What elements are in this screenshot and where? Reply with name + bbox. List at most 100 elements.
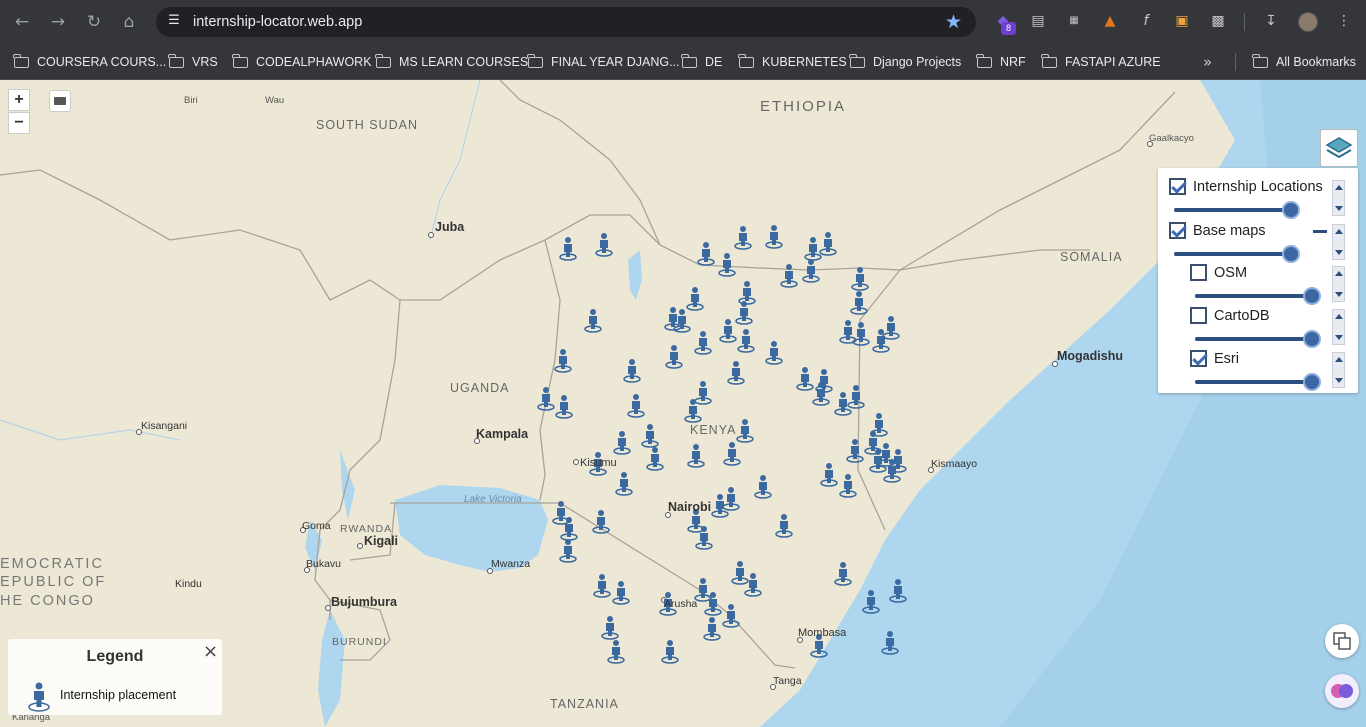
internship-locations-opacity-slider[interactable] [1174, 201, 1300, 219]
site-info-icon[interactable]: ☰ [166, 13, 182, 29]
internship-marker[interactable] [627, 394, 645, 418]
internship-marker[interactable] [737, 329, 755, 353]
internship-marker[interactable] [607, 640, 625, 664]
back-icon[interactable]: ← [10, 10, 34, 34]
cartodb-opacity-slider[interactable] [1195, 330, 1321, 348]
internship-marker[interactable] [738, 281, 756, 305]
internship-marker[interactable] [686, 287, 704, 311]
osm-checkbox[interactable] [1190, 264, 1207, 281]
internship-marker[interactable] [815, 369, 833, 393]
internship-marker[interactable] [847, 385, 865, 409]
internship-marker[interactable] [646, 447, 664, 471]
internship-marker[interactable] [820, 463, 838, 487]
internship-marker[interactable] [872, 329, 890, 353]
bookmark-folder[interactable]: MS LEARN COURSES [375, 52, 528, 72]
download-icon[interactable]: ↧ [1261, 11, 1281, 31]
bookmark-folder[interactable]: DE [681, 52, 722, 72]
bookmark-folder[interactable]: CODEALPHAWORK [232, 52, 372, 72]
internship-marker[interactable] [754, 475, 772, 499]
image-extension-icon[interactable]: ▣ [1172, 11, 1192, 31]
internship-marker[interactable] [882, 316, 900, 340]
legend-close-button[interactable]: × [203, 641, 218, 662]
layer-esri[interactable]: Esri [1190, 350, 1239, 367]
internship-marker[interactable] [623, 359, 641, 383]
home-icon[interactable]: ⌂ [117, 10, 141, 34]
bookmarks-overflow-button[interactable]: » [1203, 53, 1212, 71]
layers-toggle-button[interactable] [1320, 129, 1358, 167]
internship-marker[interactable] [765, 225, 783, 249]
extensions-puzzle-icon[interactable]: ▩ [1208, 11, 1228, 31]
base-maps-checkbox[interactable] [1169, 222, 1186, 239]
osm-order-spinner[interactable] [1332, 266, 1345, 302]
printer-icon[interactable] [49, 90, 71, 112]
url-text[interactable]: internship-locator.web.app [193, 14, 362, 30]
internship-marker[interactable] [839, 320, 857, 344]
brain-icon[interactable] [1325, 674, 1359, 708]
bookmark-folder[interactable]: NRF [976, 52, 1026, 72]
reload-icon[interactable]: ↻ [82, 10, 106, 34]
internship-locations-order-spinner[interactable] [1332, 180, 1345, 216]
internship-marker[interactable] [804, 237, 822, 261]
internship-marker[interactable] [775, 514, 793, 538]
bookmark-folder[interactable]: FINAL YEAR DJANG... [527, 52, 680, 72]
layer-base-maps[interactable]: Base maps [1169, 222, 1266, 239]
internship-marker[interactable] [694, 331, 712, 355]
internship-marker[interactable] [723, 442, 741, 466]
base-maps-opacity-slider[interactable] [1174, 245, 1300, 263]
cartodb-checkbox[interactable] [1190, 307, 1207, 324]
esri-order-spinner[interactable] [1332, 352, 1345, 388]
internship-marker[interactable] [719, 319, 737, 343]
internship-marker[interactable] [593, 574, 611, 598]
internship-marker[interactable] [661, 640, 679, 664]
internship-marker[interactable] [615, 472, 633, 496]
collapse-base-maps-button[interactable] [1313, 230, 1327, 233]
internship-marker[interactable] [559, 237, 577, 261]
internship-marker[interactable] [694, 381, 712, 405]
formula-extension-icon[interactable]: f [1136, 11, 1156, 31]
internship-marker[interactable] [734, 226, 752, 250]
internship-marker[interactable] [834, 562, 852, 586]
internship-locations-checkbox[interactable] [1169, 178, 1186, 195]
esri-checkbox[interactable] [1190, 350, 1207, 367]
esri-opacity-slider[interactable] [1195, 373, 1321, 391]
osm-opacity-slider[interactable] [1195, 287, 1321, 305]
internship-marker[interactable] [555, 395, 573, 419]
internship-marker[interactable] [722, 487, 740, 511]
layer-osm[interactable]: OSM [1190, 264, 1247, 281]
internship-marker[interactable] [819, 232, 837, 256]
internship-marker[interactable] [559, 539, 577, 563]
profile-avatar[interactable] [1298, 12, 1318, 32]
internship-marker[interactable] [765, 341, 783, 365]
internship-marker[interactable] [727, 361, 745, 385]
kebab-menu-icon[interactable]: ⋮ [1334, 11, 1354, 31]
internship-marker[interactable] [695, 526, 713, 550]
internship-marker[interactable] [697, 242, 715, 266]
zoom-out-button[interactable]: − [8, 112, 30, 134]
internship-marker[interactable] [851, 267, 869, 291]
internship-marker[interactable] [592, 510, 610, 534]
cartodb-order-spinner[interactable] [1332, 309, 1345, 345]
internship-marker[interactable] [850, 291, 868, 315]
bookmark-folder[interactable]: VRS [168, 52, 218, 72]
layer-internship-locations[interactable]: Internship Locations [1169, 178, 1323, 195]
internship-marker[interactable] [595, 233, 613, 257]
internship-marker[interactable] [703, 617, 721, 641]
internship-marker[interactable] [665, 345, 683, 369]
internship-marker[interactable] [613, 431, 631, 455]
bookmark-star-icon[interactable]: ★ [945, 11, 962, 33]
internship-marker[interactable] [687, 444, 705, 468]
internship-marker[interactable] [612, 581, 630, 605]
map-canvas[interactable]: ETHIOPIA SOUTH SUDAN SOMALIA UGANDA KENY… [0, 80, 1366, 727]
bookmark-folder[interactable]: Django Projects [849, 52, 961, 72]
bookmark-folder[interactable]: FASTAPI AZURE [1041, 52, 1161, 72]
internship-marker[interactable] [718, 253, 736, 277]
internship-marker[interactable] [780, 264, 798, 288]
bookmark-folder[interactable]: KUBERNETES [738, 52, 847, 72]
internship-marker[interactable] [744, 573, 762, 597]
document-extension-icon[interactable]: ▤ [1028, 11, 1048, 31]
bookmark-folder[interactable]: COURSERA COURS... [13, 52, 166, 72]
layer-cartodb[interactable]: CartoDB [1190, 307, 1270, 324]
internship-marker[interactable] [731, 561, 749, 585]
metamask-icon[interactable]: ▲ [1100, 11, 1120, 31]
address-bar[interactable]: ☰ internship-locator.web.app ★ [156, 7, 976, 37]
